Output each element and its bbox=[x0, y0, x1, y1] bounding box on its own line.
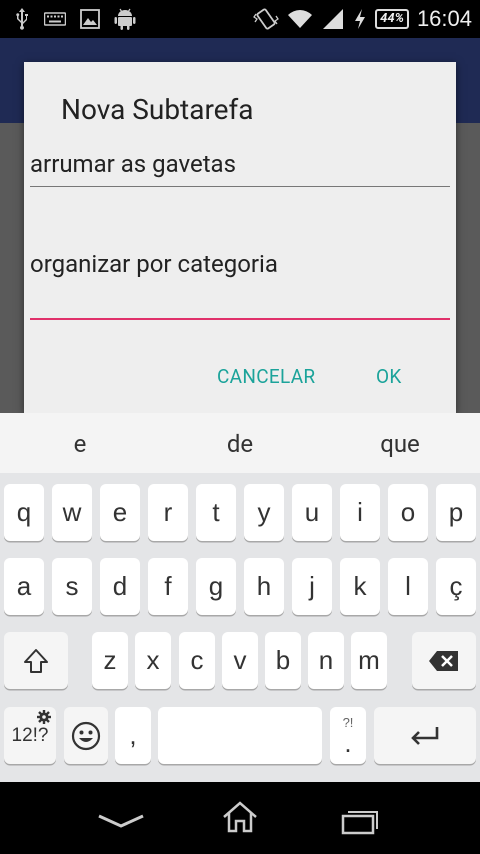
key[interactable]: i bbox=[340, 484, 380, 541]
key[interactable]: c bbox=[179, 632, 215, 689]
new-subtask-dialog: Nova Subtarefa arrumar as gavetas organi… bbox=[24, 62, 456, 413]
key[interactable]: l bbox=[388, 558, 428, 615]
key[interactable]: o bbox=[388, 484, 428, 541]
key[interactable]: t bbox=[196, 484, 236, 541]
gear-icon bbox=[37, 710, 51, 724]
suggestion[interactable]: e bbox=[0, 413, 160, 473]
clock: 16:04 bbox=[416, 6, 472, 31]
dialog-title: Nova Subtarefa bbox=[61, 93, 254, 126]
usb-icon bbox=[16, 8, 28, 30]
signal-icon bbox=[323, 9, 344, 29]
notification-icons bbox=[14, 7, 136, 31]
smiley-icon bbox=[71, 721, 101, 750]
back-down-icon[interactable] bbox=[97, 812, 145, 830]
shift-key[interactable] bbox=[4, 632, 68, 689]
key[interactable]: j bbox=[292, 558, 332, 615]
wifi-icon bbox=[288, 10, 313, 28]
key[interactable]: d bbox=[100, 558, 140, 615]
keyboard-icon bbox=[44, 12, 66, 26]
key[interactable]: g bbox=[196, 558, 236, 615]
android-icon bbox=[114, 8, 136, 30]
key[interactable]: z bbox=[92, 632, 128, 689]
period-key[interactable]: ?! . bbox=[330, 707, 366, 764]
space-key[interactable] bbox=[158, 707, 322, 764]
charging-icon bbox=[355, 9, 366, 29]
suggestion[interactable]: de bbox=[160, 413, 320, 473]
key[interactable]: u bbox=[292, 484, 332, 541]
emoji-key[interactable] bbox=[64, 707, 108, 764]
key[interactable]: p bbox=[436, 484, 476, 541]
backspace-icon bbox=[429, 650, 458, 671]
key[interactable]: a bbox=[4, 558, 44, 615]
key[interactable]: q bbox=[4, 484, 44, 541]
key[interactable]: r bbox=[148, 484, 188, 541]
subtask-description-value: organizar por categoria bbox=[30, 250, 278, 278]
backspace-key[interactable] bbox=[412, 632, 476, 689]
subtask-name-field[interactable]: arrumar as gavetas bbox=[30, 150, 450, 187]
vibrate-icon bbox=[253, 8, 280, 30]
key[interactable]: k bbox=[340, 558, 380, 615]
subtask-description-field[interactable]: organizar por categoria bbox=[30, 250, 450, 320]
key[interactable]: h bbox=[244, 558, 284, 615]
image-icon bbox=[80, 9, 100, 29]
shift-icon bbox=[24, 648, 48, 673]
key[interactable]: f bbox=[148, 558, 188, 615]
home-icon[interactable] bbox=[222, 800, 258, 834]
ok-button[interactable]: OK bbox=[376, 365, 402, 388]
symbols-key-label: 12!? bbox=[11, 724, 49, 746]
navigation-bar bbox=[0, 782, 480, 854]
recent-apps-icon[interactable] bbox=[341, 807, 379, 835]
enter-key[interactable] bbox=[374, 707, 476, 764]
soft-keyboard: e de que q w e r t y u i o p a s d f g h… bbox=[0, 413, 480, 782]
key[interactable]: s bbox=[52, 558, 92, 615]
enter-icon bbox=[411, 726, 439, 745]
subtask-name-value: arrumar as gavetas bbox=[30, 150, 236, 178]
comma-key[interactable]: , bbox=[115, 707, 151, 764]
status-bar: 44% 16:04 bbox=[0, 0, 480, 38]
key[interactable]: w bbox=[52, 484, 92, 541]
key[interactable]: e bbox=[100, 484, 140, 541]
key[interactable]: n bbox=[308, 632, 344, 689]
key[interactable]: ç bbox=[436, 558, 476, 615]
cancel-button[interactable]: CANCELAR bbox=[217, 365, 315, 388]
period-key-label: . bbox=[344, 727, 352, 758]
battery-level: 44% bbox=[375, 9, 409, 29]
key[interactable]: x bbox=[135, 632, 171, 689]
key[interactable]: v bbox=[222, 632, 258, 689]
symbols-key[interactable]: 12!? bbox=[4, 707, 56, 764]
suggestion[interactable]: que bbox=[320, 413, 480, 473]
key[interactable]: b bbox=[265, 632, 301, 689]
system-icons: 44% 16:04 bbox=[253, 4, 472, 34]
key[interactable]: m bbox=[351, 632, 387, 689]
key[interactable]: y bbox=[244, 484, 284, 541]
suggestion-strip: e de que bbox=[0, 413, 480, 473]
